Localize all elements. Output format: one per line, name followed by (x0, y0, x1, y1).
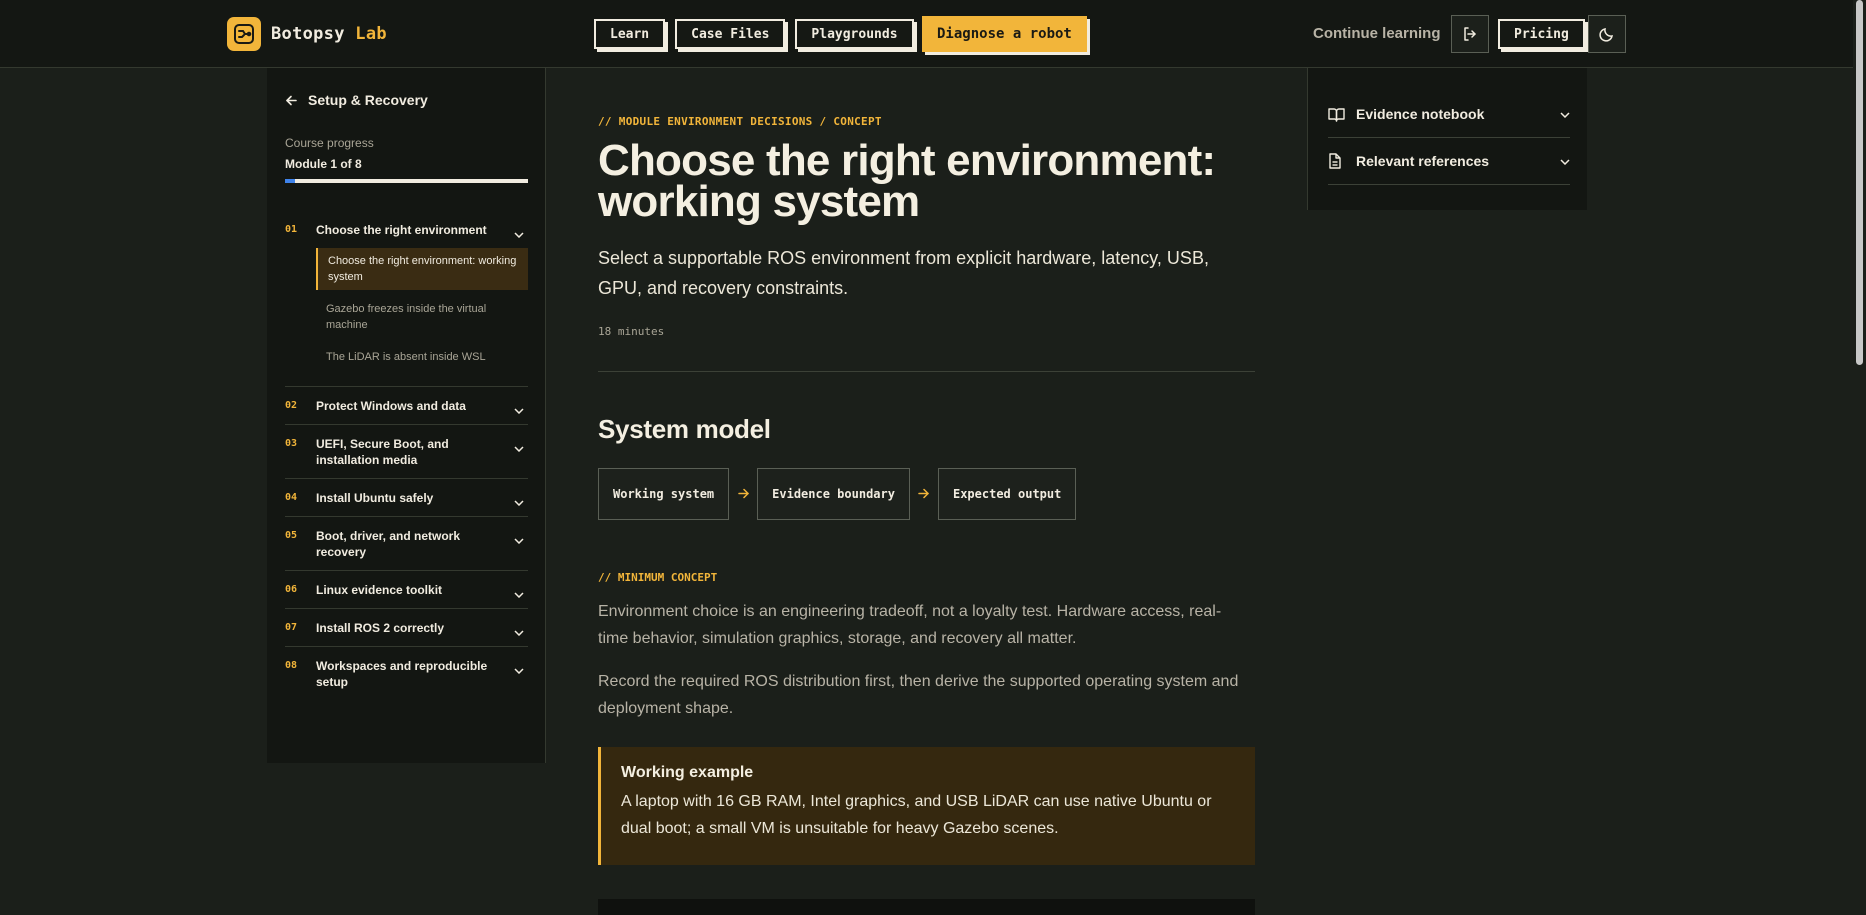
lesson-summary: Select a supportable ROS environment fro… (598, 248, 1209, 298)
logo-accent: Lab (355, 24, 387, 44)
working-example-callout: Working example A laptop with 16 GB RAM,… (598, 747, 1255, 865)
arrow-left-icon (286, 95, 297, 105)
lesson-item[interactable]: Gazebo freezes inside the virtual machin… (316, 296, 528, 338)
diagnose-button[interactable]: Diagnose a robot (922, 16, 1087, 52)
module-title: Boot, driver, and network recovery (316, 529, 461, 559)
chevron-down-icon[interactable] (514, 623, 524, 641)
flow-step: Evidence boundary (757, 468, 910, 520)
progress-value: Module 1 of 8 (285, 157, 362, 171)
module-number: 02 (285, 400, 298, 411)
page-scrollbar[interactable] (1853, 0, 1866, 915)
code-block (598, 899, 1255, 915)
module-number: 03 (285, 438, 298, 449)
lesson-list: Choose the right environment: working sy… (316, 248, 528, 370)
module-item[interactable]: 04 Install Ubuntu safely (285, 479, 528, 517)
progress-label: Course progress (285, 136, 374, 150)
nav-case-files[interactable]: Case Files (675, 19, 786, 49)
back-link-label: Setup & Recovery (308, 92, 428, 108)
logout-icon (1464, 27, 1476, 41)
module-number: 04 (285, 492, 298, 503)
module-title: Workspaces and reproducible setup (316, 659, 488, 689)
progress-bar (285, 179, 528, 183)
chevron-down-icon[interactable] (514, 531, 524, 549)
document-icon (1328, 153, 1350, 169)
logo-name: Botopsy (271, 24, 345, 44)
accordion-label: Relevant references (1356, 153, 1490, 169)
lesson-duration: 18 minutes (598, 325, 665, 338)
chevron-down-icon (1560, 105, 1570, 123)
module-item[interactable]: 05 Boot, driver, and network recovery (285, 517, 528, 571)
module-item[interactable]: 06 Linux evidence toolkit (285, 571, 528, 609)
page-title: Choose the right environment: working sy… (598, 136, 1216, 226)
progress-bar-fill (285, 179, 295, 183)
module-number: 06 (285, 584, 298, 595)
resources-panel: Evidence notebook Relevant references (1307, 68, 1587, 210)
module-number: 01 (285, 224, 298, 235)
arrow-right-icon (729, 486, 757, 502)
chevron-down-icon[interactable] (514, 439, 524, 457)
chevron-down-icon[interactable] (514, 401, 524, 419)
module-title: UEFI, Secure Boot, and installation medi… (316, 437, 449, 467)
module-title: Install ROS 2 correctly (316, 621, 445, 635)
chevron-down-icon[interactable] (514, 225, 524, 243)
chevron-down-icon[interactable] (514, 661, 524, 679)
concept-paragraph: Environment choice is an engineering tra… (598, 603, 1222, 647)
main-nav: Learn Case Files Playgrounds (594, 19, 914, 49)
module-number: 08 (285, 660, 298, 671)
relevant-references-toggle[interactable]: Relevant references (1328, 138, 1570, 185)
chevron-down-icon (1560, 152, 1570, 170)
module-title: Protect Windows and data (316, 399, 466, 413)
module-title: Choose the right environment (316, 223, 487, 237)
module-item[interactable]: 07 Install ROS 2 correctly (285, 609, 528, 647)
moon-icon (1599, 28, 1613, 42)
arrow-right-icon (910, 486, 938, 502)
system-model-flow: Working system Evidence boundary Expecte… (598, 468, 1077, 520)
concept-paragraph: Record the required ROS distribution fir… (598, 673, 1239, 717)
module-title: Linux evidence toolkit (316, 583, 443, 597)
module-item[interactable]: 01 Choose the right environment Choose t… (285, 211, 528, 387)
module-title: Install Ubuntu safely (316, 491, 434, 505)
logout-button[interactable] (1451, 15, 1489, 53)
flow-step: Expected output (937, 468, 1077, 520)
module-item[interactable]: 08 Workspaces and reproducible setup (285, 647, 528, 700)
nav-playgrounds[interactable]: Playgrounds (795, 19, 914, 49)
callout-title: Working example (621, 764, 754, 781)
chevron-down-icon[interactable] (514, 493, 524, 511)
module-number: 07 (285, 622, 298, 633)
book-icon (1328, 107, 1350, 122)
divider (598, 371, 1255, 372)
callout-body: A laptop with 16 GB RAM, Intel graphics,… (621, 793, 1212, 837)
top-header: Botopsy Lab Learn Case Files Playgrounds… (0, 0, 1866, 68)
module-item[interactable]: 03 UEFI, Secure Boot, and installation m… (285, 425, 528, 479)
section-title: System model (598, 414, 771, 444)
course-sidebar: Setup & Recovery Course progress Module … (267, 68, 546, 763)
module-list: 01 Choose the right environment Choose t… (285, 211, 528, 700)
concept-eyebrow: // MINIMUM CONCEPT (598, 571, 718, 584)
lesson-eyebrow: // MODULE ENVIRONMENT DECISIONS / CONCEP… (598, 115, 882, 128)
theme-toggle-button[interactable] (1588, 15, 1626, 53)
logo[interactable]: Botopsy Lab (227, 17, 387, 51)
evidence-notebook-toggle[interactable]: Evidence notebook (1328, 91, 1570, 138)
lesson-item-active[interactable]: Choose the right environment: working sy… (316, 248, 528, 290)
nav-learn[interactable]: Learn (594, 19, 666, 49)
accordion-label: Evidence notebook (1356, 106, 1485, 122)
logo-icon (227, 17, 261, 51)
continue-learning-link[interactable]: Continue learning (1313, 25, 1441, 42)
back-link[interactable]: Setup & Recovery (285, 92, 428, 108)
module-item[interactable]: 02 Protect Windows and data (285, 387, 528, 425)
chevron-down-icon[interactable] (514, 585, 524, 603)
module-number: 05 (285, 530, 298, 541)
pricing-button[interactable]: Pricing (1498, 19, 1585, 49)
flow-step: Working system (598, 468, 730, 520)
scrollbar-thumb[interactable] (1856, 0, 1863, 365)
lesson-item[interactable]: The LiDAR is absent inside WSL (316, 344, 528, 370)
